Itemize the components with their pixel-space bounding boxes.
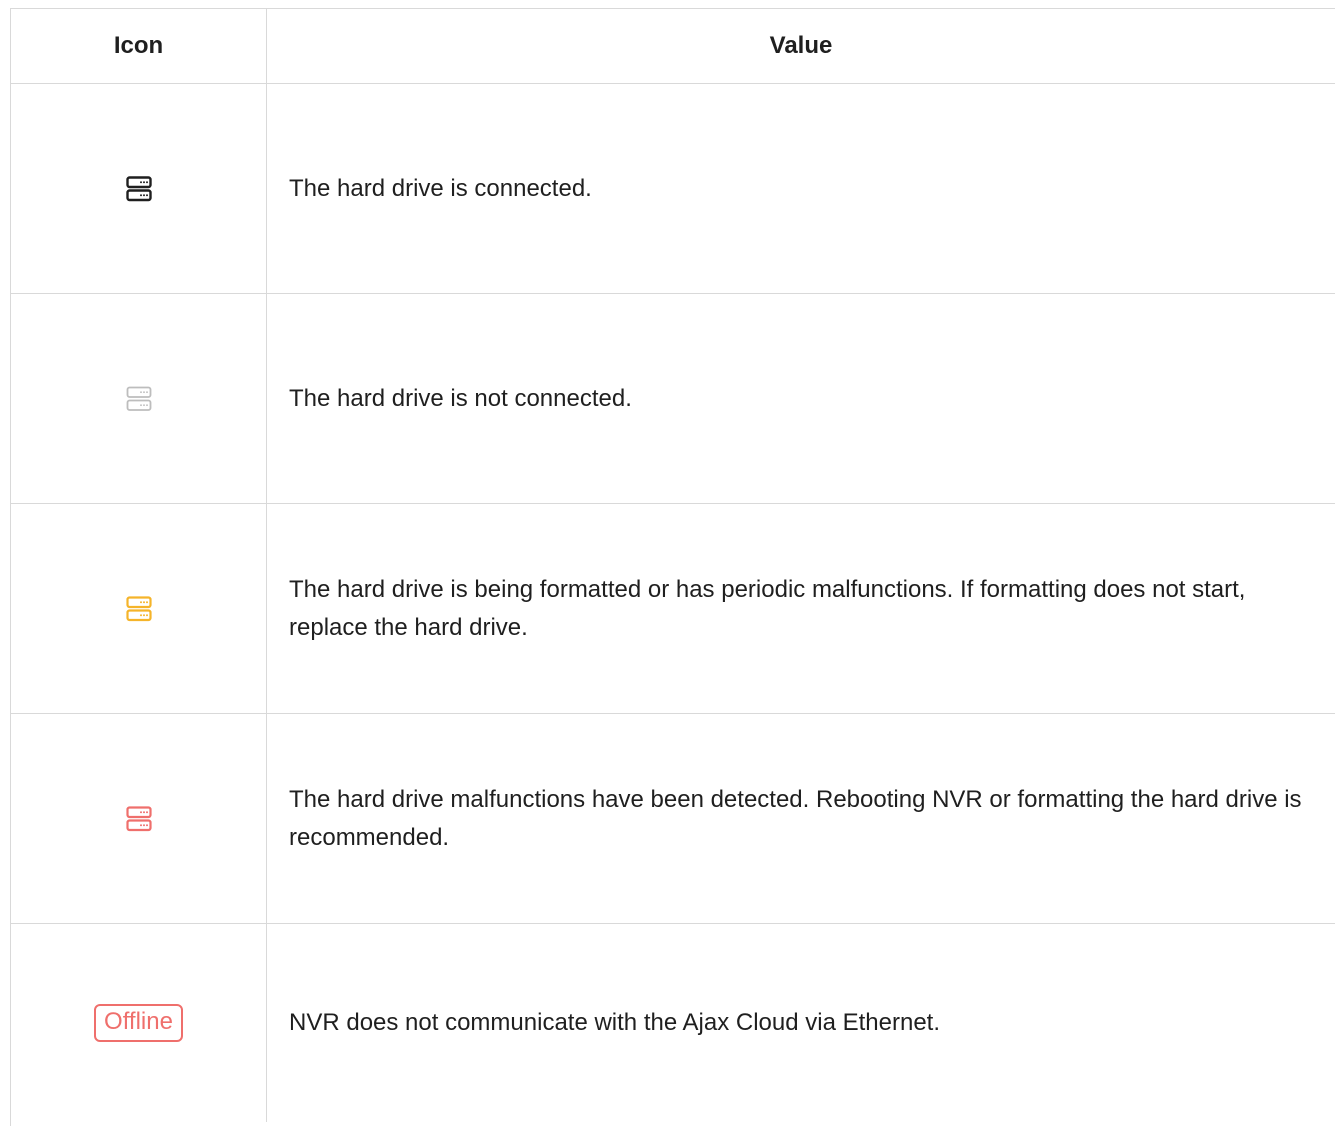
header-icon: Icon	[11, 9, 267, 83]
hard-drive-warning-icon	[125, 595, 152, 622]
value-cell: The hard drive is connected.	[289, 174, 592, 202]
offline-badge: Offline	[94, 1004, 183, 1042]
header-value: Value	[769, 32, 833, 60]
table-header-row: Icon Value	[11, 9, 1335, 84]
table-row: Offline NVR does not communicate with th…	[11, 924, 1335, 1122]
icon-cell	[11, 84, 267, 293]
table-row: The hard drive is being formatted or has…	[11, 504, 1335, 714]
table-row: The hard drive malfunctions have been de…	[11, 714, 1335, 924]
icon-cell: Offline	[11, 924, 267, 1122]
value-cell: The hard drive malfunctions have been de…	[289, 785, 1302, 851]
table-row: The hard drive is connected.	[11, 84, 1335, 294]
value-cell: The hard drive is not connected.	[289, 384, 632, 412]
status-icons-table: Icon Value The hard drive is connected.	[10, 8, 1335, 1126]
hard-drive-connected-icon	[125, 175, 152, 202]
hard-drive-error-icon	[125, 805, 152, 832]
table-row: The hard drive is not connected.	[11, 294, 1335, 504]
hard-drive-disconnected-icon	[126, 386, 152, 412]
icon-cell	[11, 504, 267, 713]
value-cell: NVR does not communicate with the Ajax C…	[289, 1009, 940, 1037]
icon-cell	[11, 714, 267, 923]
icon-cell	[11, 294, 267, 503]
value-cell: The hard drive is being formatted or has…	[289, 575, 1246, 641]
